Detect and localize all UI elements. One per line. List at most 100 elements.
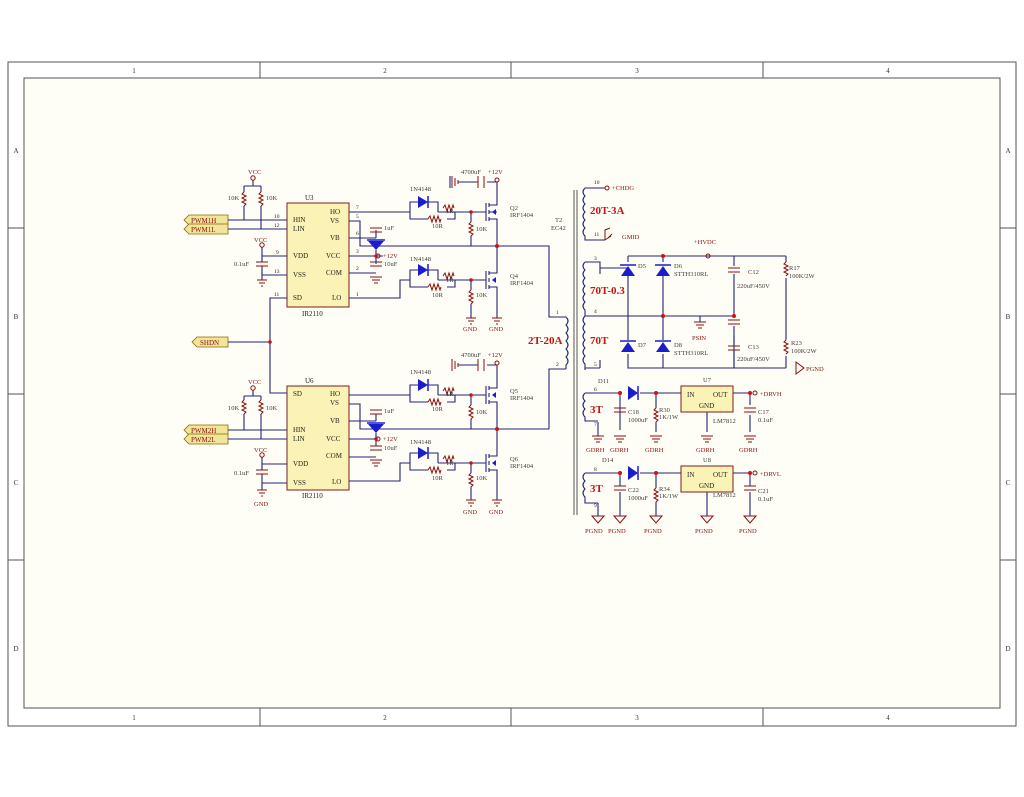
drvh-label: +DRVH bbox=[760, 391, 782, 398]
port-label: PWM2L bbox=[191, 436, 216, 444]
diode-ref: D11 bbox=[598, 378, 609, 385]
resistor-value: 10R bbox=[432, 406, 444, 413]
pin-name: HIN bbox=[293, 426, 305, 434]
row-label-left: B bbox=[14, 313, 19, 321]
cap-value: 4700uF bbox=[461, 352, 481, 359]
vcc-label: VCC bbox=[248, 379, 261, 386]
mosfet-ref: Q6 bbox=[510, 456, 519, 463]
resistor-value: 10K bbox=[266, 405, 278, 412]
pin-name: SD bbox=[293, 294, 302, 302]
col-label-top: 4 bbox=[886, 67, 890, 75]
pgnd-label: PGND bbox=[608, 528, 626, 535]
diode-value: 1N4148 bbox=[410, 439, 431, 446]
cap-ref: C21 bbox=[758, 488, 769, 495]
pin-name: HO bbox=[330, 208, 340, 216]
ic-ref: U7 bbox=[703, 377, 712, 384]
diode-ref: D5 bbox=[638, 263, 646, 270]
row-label-right: A bbox=[1005, 147, 1010, 155]
gdrh-label: GDRH bbox=[645, 447, 664, 454]
cap-value: 220uF/450V bbox=[737, 356, 770, 363]
drvl-label: +DRVL bbox=[760, 471, 781, 478]
resistor-value: 1R bbox=[446, 277, 454, 284]
winding-label: 3T bbox=[590, 404, 604, 416]
col-label-bottom: 4 bbox=[886, 714, 890, 722]
resistor-ref: R34 bbox=[659, 486, 671, 493]
row-label-right: D bbox=[1005, 645, 1010, 653]
port-pwm1h[interactable]: PWM1H bbox=[183, 214, 229, 226]
diode-value: STTH310RL bbox=[674, 350, 708, 357]
pin-name: IN bbox=[687, 391, 694, 399]
winding-label: 2T-20A bbox=[528, 335, 562, 347]
resistor-ref: R30 bbox=[659, 407, 670, 414]
pin-number: 10 bbox=[274, 214, 280, 220]
gdrh-label: GDRH bbox=[696, 447, 715, 454]
gnd-label: GND bbox=[489, 509, 503, 516]
cap-value: 10uF bbox=[384, 445, 398, 452]
ic-u6[interactable]: U6 IR2110 SD HIN LIN VDD VSS HO VS VB VC… bbox=[286, 377, 350, 500]
pgnd-label: PGND bbox=[585, 528, 603, 535]
resistor-value: 10K bbox=[266, 195, 278, 202]
mosfet-ref: Q2 bbox=[510, 205, 518, 212]
resistor-value: 1K/1W bbox=[659, 493, 679, 500]
port-pwm2l[interactable]: PWM2L bbox=[183, 433, 229, 445]
diode-ref: D8 bbox=[674, 342, 682, 349]
row-label-left: D bbox=[13, 645, 18, 653]
pin-number: 6 bbox=[356, 231, 359, 237]
ic-u3[interactable]: U3 IR2110 HIN LIN VDD VSS SD HO VS VB VC… bbox=[274, 194, 359, 318]
winding-label: 3T bbox=[590, 483, 604, 495]
diode-value: 1N4148 bbox=[410, 369, 431, 376]
col-label-top: 3 bbox=[635, 67, 639, 75]
resistor-value: 1R bbox=[446, 391, 454, 398]
cap-value: 10uF bbox=[384, 261, 398, 268]
pin-name: LO bbox=[332, 478, 341, 486]
resistor-value: 10K bbox=[476, 226, 488, 233]
diode-value: 1N4148 bbox=[410, 186, 431, 193]
vcc-label: VCC bbox=[254, 447, 267, 454]
pin-name: COM bbox=[326, 452, 343, 460]
pin-number: 2 bbox=[356, 266, 359, 272]
resistor-value: 1R bbox=[446, 460, 454, 467]
pgnd-label: PGND bbox=[739, 528, 757, 535]
pin-name: VCC bbox=[326, 435, 341, 443]
pin-number: 8 bbox=[594, 467, 597, 473]
resistor-value: 10K bbox=[228, 195, 240, 202]
pin-name: OUT bbox=[713, 471, 728, 479]
gdrh-label: GDRH bbox=[610, 447, 629, 454]
pin-name: VSS bbox=[293, 479, 306, 487]
ic-part: LM7812 bbox=[713, 418, 736, 425]
diode-ref: D14 bbox=[602, 457, 614, 464]
cap-value: 0.1uF bbox=[234, 470, 249, 477]
psin-label: PSIN bbox=[692, 335, 706, 342]
gnd-label: GND bbox=[463, 509, 477, 516]
winding-label: 20T-3A bbox=[590, 205, 624, 217]
port-shdn[interactable]: SHDN bbox=[191, 336, 229, 348]
ic-part: IR2110 bbox=[302, 492, 323, 500]
p12v-label: +12V bbox=[488, 352, 503, 359]
port-pwm1l[interactable]: PWM1L bbox=[183, 223, 229, 235]
col-label-top: 1 bbox=[132, 67, 136, 75]
resistor-value: 10K bbox=[476, 475, 488, 482]
cap-value: 0.1uF bbox=[758, 417, 773, 424]
pgnd-label: PGND bbox=[695, 528, 713, 535]
gdrh-label: GDRH bbox=[586, 447, 605, 454]
pin-number: 5 bbox=[594, 362, 597, 368]
cap-ref: C22 bbox=[628, 487, 639, 494]
port-pwm2h[interactable]: PWM2H bbox=[183, 424, 229, 436]
vcc-label: VCC bbox=[254, 237, 267, 244]
pin-number: 6 bbox=[594, 387, 597, 393]
pin-name: VB bbox=[330, 234, 340, 242]
cap-value: 1uF bbox=[384, 225, 395, 232]
schematic-drawing: 1 2 3 4 1 2 3 4 A B C D A B C D PWM1H PW… bbox=[7, 61, 1017, 727]
winding-label: 70T bbox=[590, 335, 609, 347]
pin-name: HIN bbox=[293, 216, 305, 224]
cap-value: 220uF/450V bbox=[737, 283, 770, 290]
p12v-label: +12V bbox=[383, 253, 398, 260]
col-label-top: 2 bbox=[383, 67, 387, 75]
ic-ref: U6 bbox=[305, 377, 314, 385]
cap-value: 1000uF bbox=[628, 417, 648, 424]
resistor-value: 10K bbox=[476, 409, 488, 416]
pin-name: OUT bbox=[713, 391, 728, 399]
pin-number: 9 bbox=[276, 250, 279, 256]
col-label-bottom: 1 bbox=[132, 714, 136, 722]
pin-name: SD bbox=[293, 390, 302, 398]
